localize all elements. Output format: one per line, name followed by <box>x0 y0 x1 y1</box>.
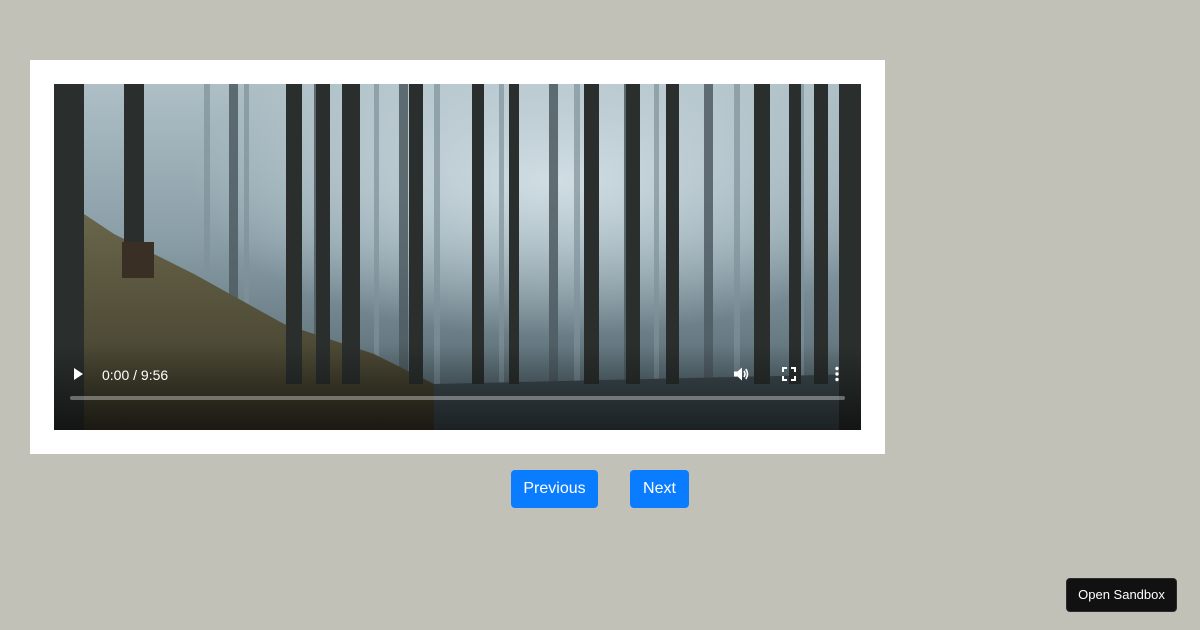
video-time: 0:00 / 9:56 <box>102 367 169 383</box>
more-vertical-icon[interactable] <box>828 365 846 383</box>
video-player[interactable]: 0:00 / 9:56 <box>54 84 861 430</box>
previous-button[interactable]: Previous <box>511 470 598 508</box>
open-sandbox-button[interactable]: Open Sandbox <box>1066 578 1177 612</box>
video-progress-bar[interactable] <box>70 396 845 400</box>
volume-icon[interactable] <box>732 365 750 383</box>
next-button[interactable]: Next <box>630 470 689 508</box>
duration: 9:56 <box>140 367 169 383</box>
video-card: 0:00 / 9:56 <box>30 60 885 454</box>
fullscreen-icon[interactable] <box>780 365 798 383</box>
current-time: 0:00 <box>102 367 130 383</box>
play-icon[interactable] <box>70 366 86 382</box>
video-controls: 0:00 / 9:56 <box>54 344 861 430</box>
